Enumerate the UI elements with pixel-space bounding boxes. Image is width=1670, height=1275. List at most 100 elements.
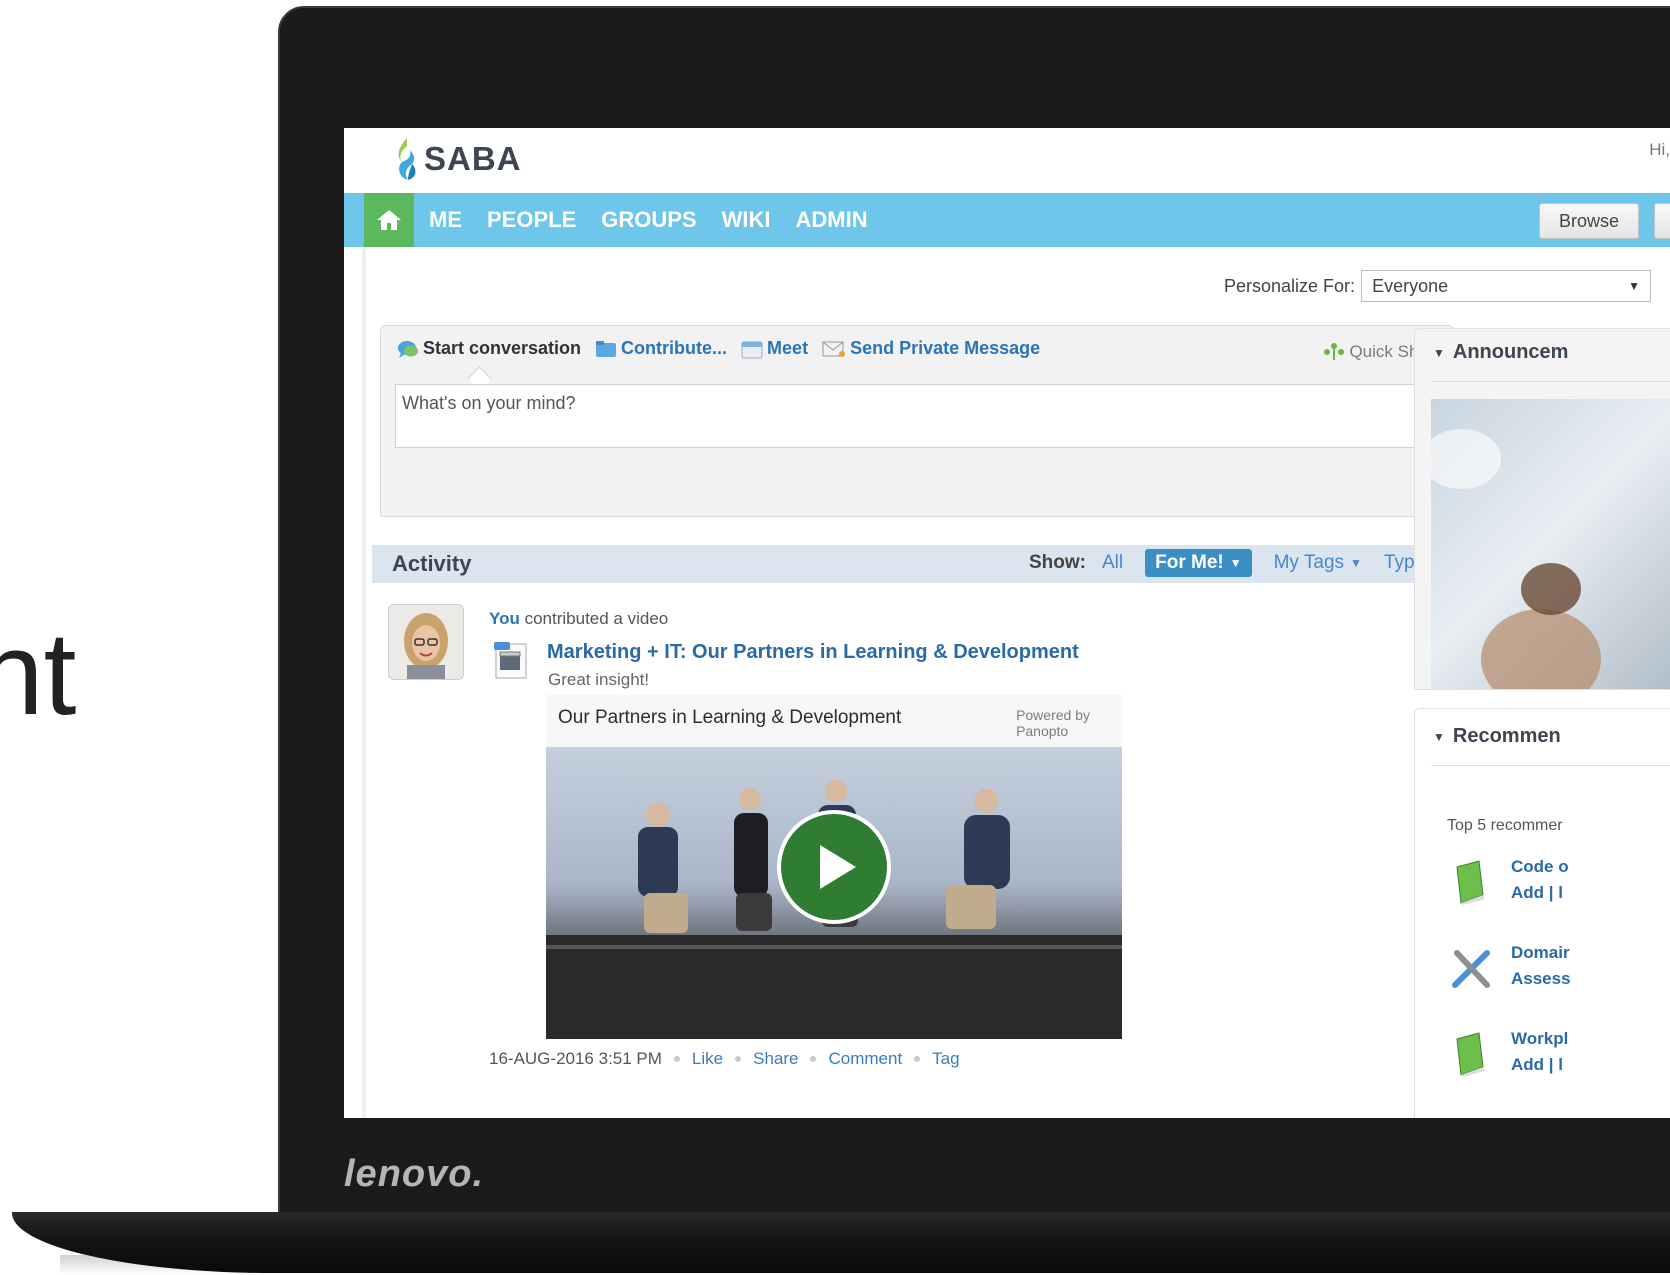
list-item[interactable]: Workpl Add | l <box>1447 1029 1670 1079</box>
post-subtitle: Great insight! <box>548 670 650 689</box>
home-icon <box>377 210 401 230</box>
recommendation-actions[interactable]: Assess <box>1511 969 1571 989</box>
send-private-message-button[interactable]: Send Private Message <box>822 338 1040 359</box>
video-file-icon <box>492 640 530 685</box>
recommendations-intro: Top 5 recommer <box>1447 817 1563 834</box>
post-footer: 16-AUG-2016 3:51 PM Like Share Comment T… <box>489 1049 960 1069</box>
status-input[interactable]: What's on your mind? <box>395 384 1421 448</box>
tools-icon <box>1452 950 1490 988</box>
composer-panel: Start conversation Contribute... Meet Se… <box>380 325 1454 517</box>
filter-my-tags-label: My Tags <box>1273 552 1345 573</box>
nav-item-groups[interactable]: GROUPS <box>601 207 696 233</box>
comment-link[interactable]: Comment <box>828 1049 902 1069</box>
post-action: contributed a video <box>524 609 669 628</box>
contribute-button[interactable]: Contribute... <box>595 338 727 359</box>
slide-heading-fragment: nt <box>0 608 77 740</box>
book-icon <box>1456 1032 1485 1077</box>
post-meta: You contributed a video <box>489 609 668 629</box>
list-item[interactable]: Code o Add | l <box>1447 857 1670 907</box>
activity-title: Activity <box>392 551 472 576</box>
share-link[interactable]: Share <box>753 1049 798 1069</box>
post-title-link[interactable]: Marketing + IT: Our Partners in Learning… <box>547 641 1079 664</box>
browse-button[interactable]: Browse <box>1539 203 1639 239</box>
activity-header: Activity Show: All For Me! ▼ My Tags ▼ Typ… <box>372 545 1457 583</box>
recommendation-title[interactable]: Workpl <box>1511 1029 1568 1049</box>
like-link[interactable]: Like <box>692 1049 723 1069</box>
panopto-name: Panopto <box>1016 723 1069 739</box>
envelope-icon <box>822 341 846 357</box>
announcement-photo <box>1431 429 1601 689</box>
logo-wordmark: SABA <box>424 140 522 177</box>
recommendations-title: Recommen <box>1452 725 1561 747</box>
user-greeting: Hi, <box>1649 140 1670 159</box>
collapse-triangle-icon: ▼ <box>1433 345 1445 360</box>
divider <box>1431 765 1670 766</box>
calendar-icon <box>741 341 763 358</box>
start-conversation-label: Start conversation <box>423 338 582 358</box>
avatar[interactable] <box>388 604 464 680</box>
chat-bubble-icon <box>398 340 418 358</box>
saba-logo[interactable]: SABA <box>394 136 522 182</box>
caret-down-icon: ▼ <box>1350 556 1362 570</box>
share-icon <box>1324 343 1345 360</box>
filter-for-me-label: For Me! <box>1155 552 1224 573</box>
chevron-down-icon: ▼ <box>1628 279 1641 293</box>
composer-actions: Start conversation Contribute... Meet Se… <box>397 338 1054 359</box>
video-title: Our Partners in Learning & Development <box>558 707 902 728</box>
separator-dot <box>914 1056 921 1062</box>
announcements-panel: ▼ Announcem <box>1414 328 1670 690</box>
start-conversation-button[interactable]: Start conversation <box>397 338 581 359</box>
nav-item-admin[interactable]: ADMIN <box>796 207 868 233</box>
collapse-triangle-icon: ▼ <box>1433 729 1445 744</box>
saba-flame-icon <box>398 138 416 180</box>
list-item[interactable]: Domair Assess <box>1447 943 1670 993</box>
recommendation-actions[interactable]: Add | l <box>1511 1055 1563 1075</box>
post-timestamp: 16-AUG-2016 3:51 PM <box>489 1049 662 1068</box>
divider <box>1431 381 1670 382</box>
main-navbar: ME PEOPLE GROUPS WIKI ADMIN Browse <box>344 193 1670 247</box>
personalize-label: Personalize For: <box>1224 275 1356 296</box>
personalize-value: Everyone <box>1372 275 1449 296</box>
personalize-select[interactable]: Everyone ▼ <box>1361 270 1652 302</box>
recommendation-actions[interactable]: Add | l <box>1511 883 1563 903</box>
nav-menu: ME PEOPLE GROUPS WIKI ADMIN <box>429 193 893 247</box>
browser-screen: SABA Hi, ME PEOPLE GROUPS WIKI ADMIN Bro… <box>344 128 1670 1118</box>
post-actor-link[interactable]: You <box>489 609 520 628</box>
filter-my-tags[interactable]: My Tags ▼ <box>1274 552 1362 574</box>
panopto-branding: Powered by Panopto <box>1016 707 1090 739</box>
nav-item-wiki[interactable]: WIKI <box>722 207 771 233</box>
laptop-base <box>12 1212 1670 1273</box>
left-rail <box>362 247 366 1118</box>
user-photo <box>389 605 463 679</box>
nav-item-people[interactable]: PEOPLE <box>487 207 576 233</box>
video-player[interactable]: Our Partners in Learning & Development P… <box>546 695 1122 1039</box>
book-icon <box>1456 860 1485 905</box>
meet-label: Meet <box>767 338 809 358</box>
tag-link[interactable]: Tag <box>932 1049 959 1069</box>
recommendations-panel: ▼ Recommen Top 5 recommer Code o Add | l … <box>1414 708 1670 1118</box>
show-label: Show: <box>1028 552 1086 573</box>
folder-icon <box>596 340 617 357</box>
announcement-image[interactable] <box>1431 399 1670 689</box>
powered-by-text: Powered by <box>1016 707 1090 723</box>
announcements-header[interactable]: ▼ Announcem <box>1433 341 1568 364</box>
send-private-message-label: Send Private Message <box>850 338 1041 358</box>
recommendation-title[interactable]: Domair <box>1511 943 1570 963</box>
contribute-label: Contribute... <box>621 338 728 358</box>
recommendations-header[interactable]: ▼ Recommen <box>1433 725 1561 748</box>
home-button[interactable] <box>364 193 414 247</box>
separator-dot <box>810 1056 817 1062</box>
personalize-control: Personalize For: Everyone ▼ <box>1224 270 1652 302</box>
filter-all-label: All <box>1101 552 1124 573</box>
recommendation-title[interactable]: Code o <box>1511 857 1569 877</box>
filter-all[interactable]: All <box>1102 552 1123 574</box>
nav-item-me[interactable]: ME <box>429 207 462 233</box>
nav-extra-button[interactable] <box>1654 203 1670 239</box>
separator-dot <box>673 1056 680 1062</box>
caret-down-icon: ▼ <box>1229 556 1242 570</box>
announcements-title: Announcem <box>1452 341 1569 363</box>
activity-filters: Show: All For Me!▼ My Tags▼ Type▼ <box>1029 549 1443 577</box>
filter-for-me[interactable]: For Me! ▼ <box>1145 549 1252 577</box>
laptop-brand-logo: lenovo. <box>344 1153 485 1195</box>
meet-button[interactable]: Meet <box>741 338 808 359</box>
